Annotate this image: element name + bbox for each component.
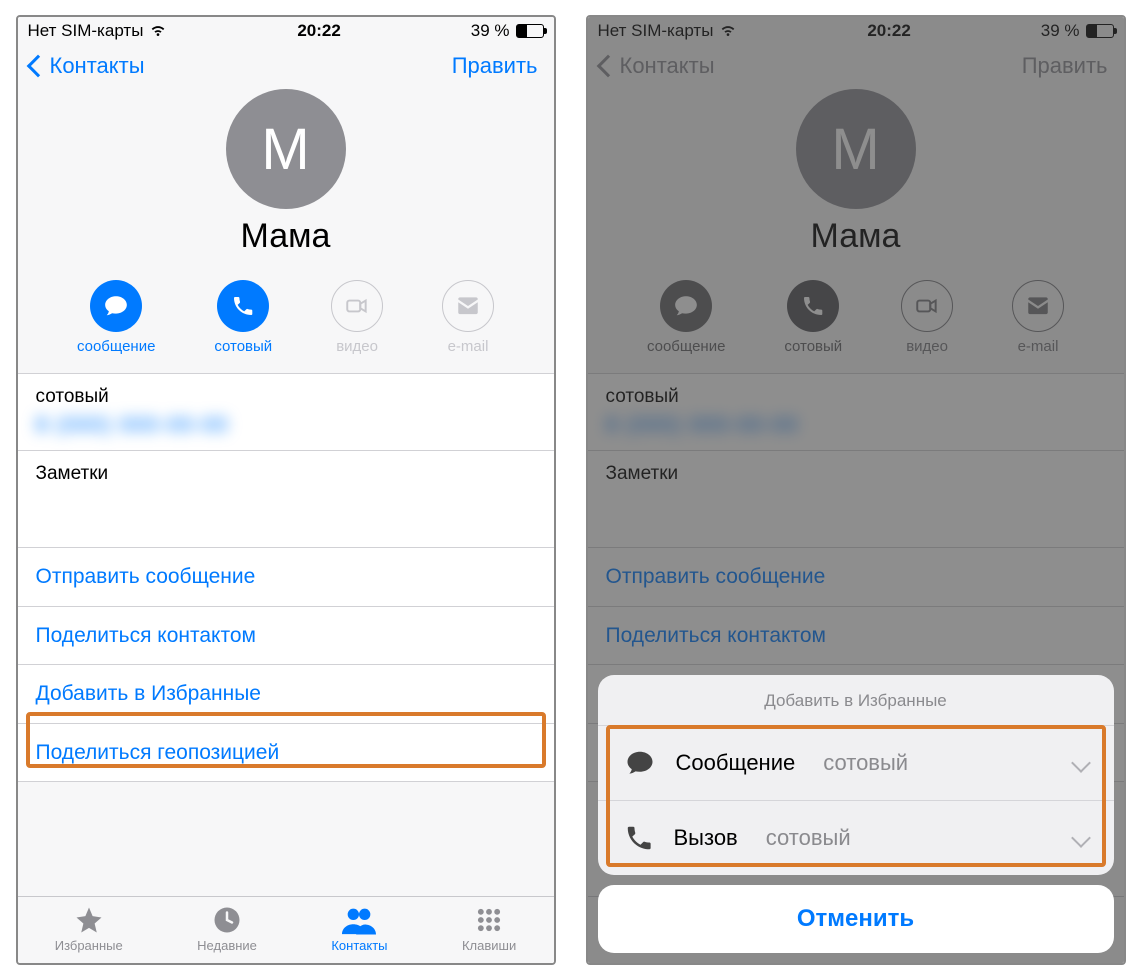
video-label: видео	[336, 338, 378, 355]
mobile-label: сотовый	[36, 386, 536, 408]
mobile-field[interactable]: сотовый 8 (000) 000-00-00	[18, 374, 554, 451]
send-message-link[interactable]: Отправить сообщение	[18, 548, 554, 607]
action-sheet: Добавить в Избранные Сообщение сотовый В…	[598, 675, 1114, 875]
sheet-title: Добавить в Избранные	[598, 675, 1114, 725]
email-icon	[442, 280, 494, 332]
tab-favorites-label: Избранные	[55, 938, 123, 953]
add-favorite-link[interactable]: Добавить в Избранные	[18, 665, 554, 724]
contact-header: М Мама	[18, 89, 554, 270]
sheet-option-call[interactable]: Вызов сотовый	[598, 800, 1114, 875]
contact-name: Мама	[18, 217, 554, 256]
chevron-down-icon	[1071, 753, 1091, 773]
back-button[interactable]: Контакты	[22, 53, 145, 79]
share-location-link[interactable]: Поделиться геопозицией	[18, 724, 554, 783]
phone-icon	[624, 823, 654, 853]
status-bar: Нет SIM-карты 20:22 39 %	[18, 17, 554, 45]
tab-contacts[interactable]: Контакты	[331, 905, 387, 953]
video-button[interactable]: видео	[331, 280, 383, 355]
star-icon	[72, 905, 106, 935]
email-label: e-mail	[448, 338, 489, 355]
tab-recents[interactable]: Недавние	[197, 905, 257, 953]
tab-contacts-label: Контакты	[331, 938, 387, 953]
action-row: сообщение сотовый видео e-mail	[18, 270, 554, 373]
avatar: М	[226, 89, 346, 209]
edit-button[interactable]: Править	[452, 53, 544, 79]
share-contact-link[interactable]: Поделиться контактом	[18, 607, 554, 666]
tab-keypad[interactable]: Клавиши	[462, 905, 516, 953]
nav-bar: Контакты Править	[18, 45, 554, 89]
wifi-icon	[149, 24, 167, 38]
contacts-icon	[342, 905, 376, 935]
chevron-down-icon	[1071, 828, 1091, 848]
details-list: сотовый 8 (000) 000-00-00 Заметки Отправ…	[18, 373, 554, 782]
battery-icon	[516, 24, 544, 38]
phone-icon	[217, 280, 269, 332]
clock: 20:22	[297, 21, 340, 41]
sheet-message-label: Сообщение	[676, 750, 796, 776]
message-icon	[90, 280, 142, 332]
sheet-message-sub: сотовый	[823, 750, 908, 776]
keypad-icon	[472, 905, 506, 935]
sheet-option-message[interactable]: Сообщение сотовый	[598, 725, 1114, 800]
message-button[interactable]: сообщение	[77, 280, 155, 355]
message-icon	[624, 748, 656, 778]
tab-bar: Избранные Недавние Контакты Клавиши	[18, 896, 554, 963]
phone-right: Нет SIM-карты 20:22 39 % Контакты Правит…	[586, 15, 1126, 965]
clock-icon	[210, 905, 244, 935]
tab-recents-label: Недавние	[197, 938, 257, 953]
sheet-call-label: Вызов	[674, 825, 738, 851]
battery-pct: 39 %	[471, 21, 510, 41]
back-label: Контакты	[50, 53, 145, 79]
avatar-initial: М	[261, 116, 309, 183]
cancel-button[interactable]: Отменить	[598, 885, 1114, 953]
call-label: сотовый	[214, 338, 272, 355]
sheet-call-sub: сотовый	[766, 825, 851, 851]
email-button[interactable]: e-mail	[442, 280, 494, 355]
call-button[interactable]: сотовый	[214, 280, 272, 355]
tab-favorites[interactable]: Избранные	[55, 905, 123, 953]
video-icon	[331, 280, 383, 332]
carrier-text: Нет SIM-карты	[28, 21, 144, 41]
notes-field[interactable]: Заметки	[18, 451, 554, 548]
modal-overlay[interactable]: Добавить в Избранные Сообщение сотовый В…	[588, 17, 1124, 963]
message-label: сообщение	[77, 338, 155, 355]
notes-label: Заметки	[36, 463, 536, 485]
tab-keypad-label: Клавиши	[462, 938, 516, 953]
phone-left: Нет SIM-карты 20:22 39 % Контакты Правит…	[16, 15, 556, 965]
mobile-number: 8 (000) 000-00-00	[36, 412, 536, 438]
chevron-left-icon	[26, 55, 49, 78]
